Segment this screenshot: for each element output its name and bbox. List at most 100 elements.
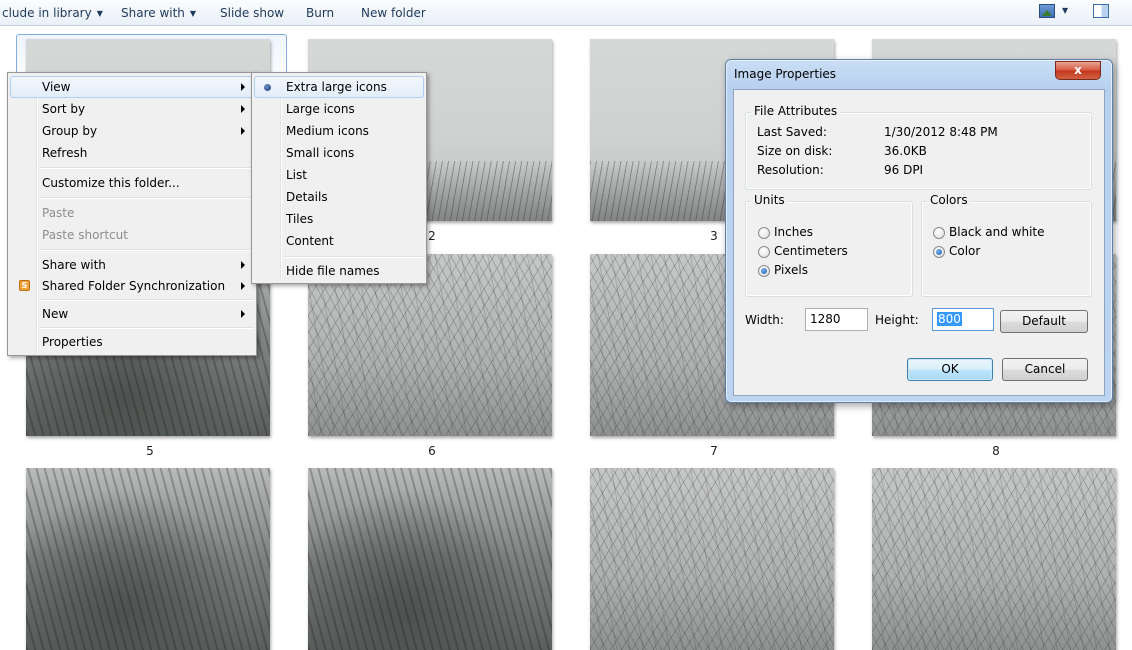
menu-item-label: Customize this folder... bbox=[42, 176, 180, 190]
group-title: Colors bbox=[927, 193, 971, 207]
submenu-arrow-icon bbox=[241, 261, 245, 269]
menu-item-properties[interactable]: Properties bbox=[10, 331, 254, 353]
menu-separator bbox=[39, 327, 254, 329]
submenu-arrow-icon bbox=[241, 127, 245, 135]
view-option-medium-icons[interactable]: Medium icons bbox=[254, 120, 424, 142]
command-bar: clude in library ▼ Share with ▼ Slide show… bbox=[0, 0, 1132, 26]
menu-item-label: Share with bbox=[42, 258, 106, 272]
view-option-content[interactable]: Content bbox=[254, 230, 424, 252]
default-button[interactable]: Default bbox=[1000, 310, 1088, 333]
menu-item-share-with[interactable]: Share with bbox=[10, 254, 254, 276]
include-in-library-label: clude in library bbox=[2, 6, 92, 20]
menu-item-label: Group by bbox=[42, 124, 98, 138]
radio-label: Centimeters bbox=[774, 244, 848, 258]
menu-item-group-by[interactable]: Group by bbox=[10, 120, 254, 142]
menu-item-label: Medium icons bbox=[286, 124, 369, 138]
new-folder-button[interactable]: New folder bbox=[361, 4, 426, 22]
view-option-extra-large-icons[interactable]: Extra large icons bbox=[254, 76, 424, 98]
radio-button-checked[interactable] bbox=[933, 246, 945, 258]
include-in-library-menu[interactable]: clude in library ▼ bbox=[2, 4, 103, 22]
radio-button[interactable] bbox=[933, 227, 945, 239]
menu-item-label: Paste shortcut bbox=[42, 228, 128, 242]
units-group: Units Inches Centimeters Pixels bbox=[745, 193, 913, 297]
group-title: File Attributes bbox=[751, 104, 841, 118]
width-input[interactable]: 1280 bbox=[805, 308, 868, 331]
menu-item-label: Sort by bbox=[42, 102, 86, 116]
menu-item-paste: Paste bbox=[10, 202, 254, 224]
radio-button[interactable] bbox=[758, 227, 770, 239]
view-option-details[interactable]: Details bbox=[254, 186, 424, 208]
dialog-client-area: File Attributes Last Saved: 1/30/2012 8:… bbox=[733, 89, 1105, 396]
width-label: Width: bbox=[745, 313, 784, 327]
radio-label: Black and white bbox=[949, 225, 1045, 239]
menu-item-label: Paste bbox=[42, 206, 75, 220]
radio-label: Inches bbox=[774, 225, 813, 239]
menu-separator bbox=[39, 167, 254, 169]
menu-item-label: View bbox=[42, 80, 71, 94]
view-option-tiles[interactable]: Tiles bbox=[254, 208, 424, 230]
slide-show-button[interactable]: Slide show bbox=[220, 4, 284, 22]
thumbnail-9[interactable] bbox=[26, 468, 270, 650]
ok-button[interactable]: OK bbox=[907, 358, 993, 381]
menu-item-label: Details bbox=[286, 190, 328, 204]
chevron-down-icon: ▼ bbox=[96, 9, 103, 18]
view-submenu: Extra large icons Large icons Medium ico… bbox=[251, 72, 427, 284]
thumbnail-label: 6 bbox=[428, 444, 436, 458]
menu-separator bbox=[39, 197, 254, 199]
close-icon: x bbox=[1074, 63, 1082, 77]
view-option-hide-file-names[interactable]: Hide file names bbox=[254, 260, 424, 282]
menu-item-label: Refresh bbox=[42, 146, 88, 160]
sync-app-icon: S bbox=[19, 280, 30, 291]
view-options-chevron-icon[interactable]: ▼ bbox=[1062, 6, 1068, 15]
size-on-disk-label: Size on disk: bbox=[757, 144, 833, 158]
view-option-list[interactable]: List bbox=[254, 164, 424, 186]
radio-button[interactable] bbox=[758, 246, 770, 258]
burn-button[interactable]: Burn bbox=[306, 4, 334, 22]
menu-item-refresh[interactable]: Refresh bbox=[10, 142, 254, 164]
menu-item-label: Properties bbox=[42, 335, 103, 349]
height-label: Height: bbox=[875, 313, 919, 327]
group-title: Units bbox=[751, 193, 788, 207]
cancel-button[interactable]: Cancel bbox=[1002, 358, 1088, 381]
menu-item-label: New bbox=[42, 307, 69, 321]
menu-item-label: Content bbox=[286, 234, 334, 248]
menu-item-label: Tiles bbox=[286, 212, 314, 226]
thumbnail-11[interactable] bbox=[590, 468, 834, 650]
radio-label: Color bbox=[949, 244, 981, 258]
preview-pane-icon[interactable] bbox=[1093, 4, 1109, 18]
menu-separator bbox=[39, 299, 254, 301]
menu-item-new[interactable]: New bbox=[10, 303, 254, 325]
change-view-icon[interactable] bbox=[1039, 4, 1055, 18]
thumbnail-label: 5 bbox=[146, 444, 154, 458]
menu-item-label: Large icons bbox=[286, 102, 355, 116]
last-saved-value: 1/30/2012 8:48 PM bbox=[884, 125, 998, 139]
height-input[interactable]: 800 bbox=[932, 308, 994, 331]
share-with-label: Share with bbox=[121, 6, 185, 20]
menu-item-sort-by[interactable]: Sort by bbox=[10, 98, 254, 120]
chevron-down-icon: ▼ bbox=[189, 9, 197, 18]
colors-group: Colors Black and white Color bbox=[921, 193, 1092, 297]
submenu-arrow-icon bbox=[241, 83, 245, 91]
thumbnail-label: 8 bbox=[992, 444, 1000, 458]
close-button[interactable]: x bbox=[1055, 61, 1101, 80]
submenu-arrow-icon bbox=[241, 310, 245, 318]
selected-bullet-icon bbox=[264, 84, 271, 91]
share-with-menu[interactable]: Share with ▼ bbox=[121, 4, 196, 22]
menu-item-paste-shortcut: Paste shortcut bbox=[10, 224, 254, 246]
menu-item-view[interactable]: View bbox=[10, 76, 254, 98]
menu-item-customize-folder[interactable]: Customize this folder... bbox=[10, 172, 254, 194]
menu-item-label: List bbox=[286, 168, 307, 182]
thumbnail-10[interactable] bbox=[308, 468, 552, 650]
file-attributes-group: File Attributes Last Saved: 1/30/2012 8:… bbox=[745, 104, 1092, 190]
view-option-large-icons[interactable]: Large icons bbox=[254, 98, 424, 120]
thumbnail-label: 7 bbox=[710, 444, 718, 458]
size-on-disk-value: 36.0KB bbox=[884, 144, 927, 158]
thumbnail-12[interactable] bbox=[872, 468, 1116, 650]
submenu-arrow-icon bbox=[241, 105, 245, 113]
resolution-label: Resolution: bbox=[757, 163, 824, 177]
view-option-small-icons[interactable]: Small icons bbox=[254, 142, 424, 164]
height-input-value: 800 bbox=[937, 312, 962, 326]
radio-button-checked[interactable] bbox=[758, 265, 770, 277]
submenu-arrow-icon bbox=[241, 282, 245, 290]
menu-item-shared-folder-sync[interactable]: S Shared Folder Synchronization bbox=[10, 275, 254, 297]
